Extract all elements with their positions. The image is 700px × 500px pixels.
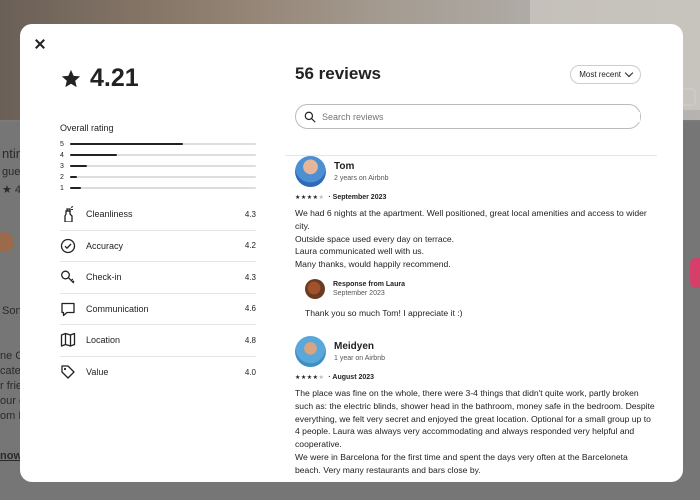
rating-bar-label: 1 <box>60 184 64 192</box>
review-stars: ★★★★★ <box>295 195 325 201</box>
rating-distribution: 5 4 3 2 1 <box>60 139 256 193</box>
category-score: 4.3 <box>244 209 256 219</box>
overall-score: 4.21 <box>60 64 256 93</box>
category-label: Location <box>86 335 121 346</box>
bg-text: cate <box>0 365 21 377</box>
close-icon[interactable] <box>32 36 48 52</box>
host-avatar[interactable] <box>305 278 325 299</box>
rating-bar-fill <box>70 187 82 189</box>
sort-label: Most recent <box>579 69 621 79</box>
review-text-line: We had 6 nights at the apartment. Well p… <box>295 208 647 231</box>
category-score: 4.6 <box>244 304 256 314</box>
review-text: We had 6 nights at the apartment. Well p… <box>295 207 655 271</box>
reviews-modal: 4.21 Overall rating 5 4 3 2 1 Cleanlines… <box>20 24 683 482</box>
rating-bar-fill <box>70 176 78 178</box>
rating-bar-track <box>70 165 256 167</box>
overall-rating-label: Overall rating <box>60 123 114 133</box>
category-score: 4.2 <box>244 241 256 251</box>
rating-bar-track <box>70 143 256 145</box>
category-row-check-in: Check-in 4.3 <box>60 262 256 294</box>
rating-bar-row: 2 <box>60 172 256 182</box>
bg-text: Son <box>2 305 22 317</box>
reviewer-avatar[interactable] <box>295 156 326 187</box>
rating-bar-row: 5 <box>60 139 256 149</box>
review-rating-line: ★★★★★ · August 2023 <box>295 374 655 381</box>
search-input[interactable] <box>322 111 640 122</box>
map-icon <box>60 333 76 347</box>
reviews-header: 56 reviews Most recent <box>295 64 641 129</box>
rating-bar-fill <box>70 154 117 156</box>
reviewer-tenure: 2 years on Airbnb <box>334 175 389 182</box>
reviewer-name: Tom <box>334 161 355 172</box>
rating-bar-track <box>70 154 256 156</box>
rating-bar-fill <box>70 165 87 167</box>
category-score: 4.3 <box>244 272 256 282</box>
rating-bar-row: 3 <box>60 161 256 171</box>
spray-bottle-icon <box>64 206 74 223</box>
rating-bar-fill <box>70 143 184 145</box>
category-label: Communication <box>86 303 149 314</box>
review-text: The place was fine on the whole, there w… <box>295 387 655 477</box>
review-text-line: Many thanks, would happily recommend. <box>295 259 451 270</box>
rating-bar-row: 4 <box>60 150 256 160</box>
reserve-button-edge <box>690 258 700 288</box>
bg-text: r frie <box>0 380 22 392</box>
category-label: Check-in <box>86 272 122 283</box>
reviewer-header: Meidyen 1 year on Airbnb <box>295 335 655 367</box>
host-response: Response from Laura September 2023 Thank… <box>305 278 655 318</box>
review-rating-line: ★★★★★ · September 2023 <box>295 194 655 201</box>
review-text-line: Outside space used every day on terrace. <box>295 233 455 244</box>
tag-icon <box>61 365 75 379</box>
category-ratings: Cleanliness 4.3 Accuracy 4.2 Check-in 4.… <box>60 199 256 388</box>
category-row-location: Location 4.8 <box>60 325 256 357</box>
category-row-accuracy: Accuracy 4.2 <box>60 231 256 262</box>
reviewer-tenure: 1 year on Airbnb <box>334 354 385 362</box>
search-icon <box>304 111 316 122</box>
review-item: Tom 2 years on Airbnb ★★★★★ · September … <box>295 156 655 318</box>
rating-bar-label: 3 <box>60 162 64 170</box>
review-date: · September 2023 <box>328 194 387 201</box>
key-icon <box>61 270 75 284</box>
bg-link: now <box>0 450 22 462</box>
bg-text: ntir <box>2 146 21 161</box>
review-date: · August 2023 <box>328 373 375 381</box>
rating-summary: 4.21 Overall rating 5 4 3 2 1 Cleanlines… <box>60 64 256 388</box>
rating-bar-track <box>70 187 256 189</box>
reviews-title: 56 reviews <box>295 64 382 83</box>
chat-bubble-icon <box>61 302 75 316</box>
category-row-communication: Communication 4.6 <box>60 294 256 325</box>
category-row-cleanliness: Cleanliness 4.3 <box>60 199 256 231</box>
star-icon <box>61 69 81 87</box>
response-text: Thank you so much Tom! I appreciate it :… <box>305 307 463 318</box>
review-stars: ★★★★★ <box>295 374 325 381</box>
category-label: Accuracy <box>86 240 124 251</box>
reviewer-name: Meidyen <box>334 340 375 352</box>
response-title: Response from Laura <box>333 280 405 288</box>
reviews-list[interactable]: Tom 2 years on Airbnb ★★★★★ · September … <box>295 156 655 482</box>
rating-bar-row: 1 <box>60 183 256 193</box>
rating-bar-label: 5 <box>60 140 64 148</box>
review-item: Meidyen 1 year on Airbnb ★★★★★ · August … <box>295 335 655 477</box>
reviewer-avatar[interactable] <box>295 335 326 367</box>
reviewer-header: Tom 2 years on Airbnb <box>295 156 655 187</box>
category-label: Value <box>86 367 109 378</box>
rating-bar-track <box>70 176 256 178</box>
review-text-line: The place was fine on the whole, there w… <box>295 387 655 450</box>
category-score: 4.0 <box>244 367 256 377</box>
review-text-line: We were in Barcelona for the first time … <box>295 451 628 475</box>
response-date: September 2023 <box>333 289 385 297</box>
category-score: 4.8 <box>244 335 256 345</box>
check-circle-icon <box>60 238 76 253</box>
review-text-line: Laura communicated well with us. <box>295 246 424 257</box>
chevron-down-icon <box>624 68 634 77</box>
category-label: Cleanliness <box>86 209 133 220</box>
overall-rating-value: 4.21 <box>90 64 139 92</box>
rating-bar-label: 4 <box>60 151 64 159</box>
rating-bar-label: 2 <box>60 173 64 181</box>
search-reviews-field[interactable] <box>295 104 641 129</box>
sort-dropdown[interactable]: Most recent <box>570 64 641 84</box>
category-row-value: Value 4.0 <box>60 357 256 389</box>
